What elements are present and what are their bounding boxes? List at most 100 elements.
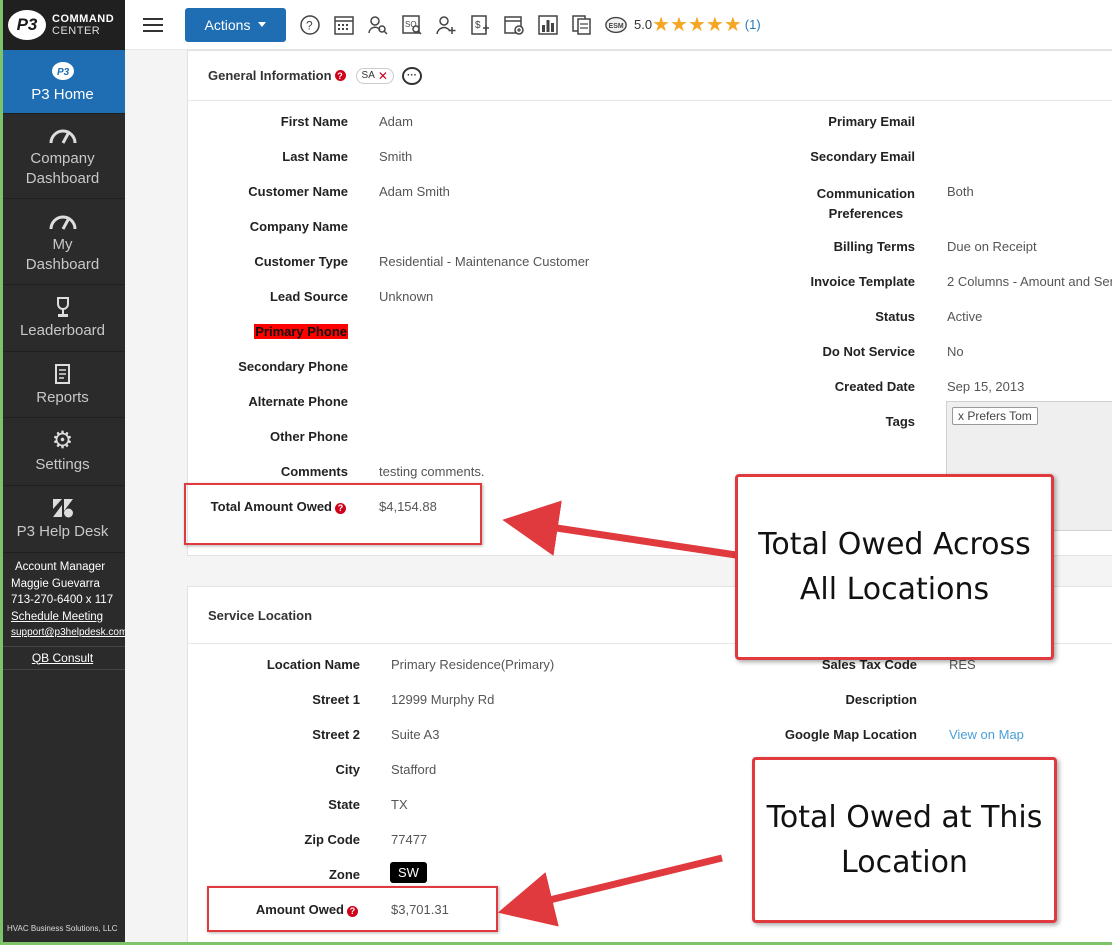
sidebar-item-p3-help-desk[interactable]: P3 Help Desk: [0, 486, 125, 553]
zip-code-label: Zip Code: [304, 832, 360, 847]
status-value[interactable]: Active: [947, 309, 982, 324]
sidebar-item-label: Leaderboard: [19, 322, 106, 339]
sidebar-item-p3-home[interactable]: P3 P3 Home: [0, 50, 125, 114]
sidebar-item-company-dashboard[interactable]: Company Dashboard: [0, 114, 125, 199]
street-1-label: Street 1: [312, 692, 360, 707]
schedule-meeting-link[interactable]: Schedule Meeting: [11, 609, 125, 626]
zendesk-icon: [51, 496, 75, 520]
tags-label: Tags: [885, 414, 915, 429]
gauge-icon: [48, 123, 78, 147]
alternate-phone-label: Alternate Phone: [248, 394, 348, 409]
communication-label-line1: Communication: [816, 186, 915, 201]
last-name-label: Last Name: [282, 149, 348, 164]
sidebar-item-leaderboard[interactable]: Leaderboard: [0, 285, 125, 352]
total-owed-highlight-box: [184, 483, 482, 545]
bar-chart-icon[interactable]: [536, 13, 560, 37]
state-value[interactable]: TX: [391, 797, 408, 812]
toolbar-icons: ? SQ $ ESM: [298, 13, 628, 37]
esm-badge-icon[interactable]: ESM: [604, 13, 628, 37]
qb-consult-link[interactable]: QB Consult: [0, 645, 125, 670]
created-date-value: Sep 15, 2013: [947, 379, 1025, 394]
amount-owed-highlight-box: [207, 886, 498, 932]
zone-label: Zone: [328, 867, 360, 882]
do-not-service-label: Do Not Service: [822, 344, 915, 359]
callout-total-owed-across: Total Owed Across All Locations: [735, 474, 1054, 660]
communication-label-line2: Preferences: [828, 206, 904, 221]
callout-line: Total Owed Across: [758, 527, 1031, 562]
last-name-value[interactable]: Smith: [379, 149, 412, 164]
svg-text:P3: P3: [57, 67, 70, 78]
general-information-header: General Information ? SA ✕ ···: [188, 51, 1112, 101]
sidebar-item-label: Settings: [35, 455, 90, 473]
status-label: Status: [875, 309, 915, 324]
city-label: City: [335, 762, 360, 777]
svg-text:$: $: [475, 20, 481, 31]
secondary-phone-label: Secondary Phone: [238, 359, 348, 374]
actions-dropdown-button[interactable]: Actions: [185, 7, 286, 42]
view-on-map-link[interactable]: View on Map: [949, 727, 1024, 742]
first-name-value[interactable]: Adam: [379, 114, 413, 129]
customer-type-value[interactable]: Residential - Maintenance Customer: [379, 254, 589, 269]
documents-icon[interactable]: [570, 13, 594, 37]
star-icon: ★: [705, 13, 724, 36]
p3-logo-icon: P3: [8, 10, 46, 40]
help-icon[interactable]: ?: [298, 13, 322, 37]
star-icon: ★: [670, 13, 688, 36]
service-search-icon[interactable]: SQ: [400, 13, 424, 37]
communication-preferences-value[interactable]: Both: [947, 184, 974, 199]
close-icon[interactable]: ✕: [378, 69, 388, 83]
primary-email-label: Primary Email: [828, 114, 915, 129]
report-icon: [53, 362, 73, 386]
street-1-value[interactable]: 12999 Murphy Rd: [391, 692, 494, 707]
do-not-service-value[interactable]: No: [947, 344, 964, 359]
google-map-location-label: Google Map Location: [784, 727, 917, 742]
add-event-icon[interactable]: [502, 13, 526, 37]
app: P3 COMMAND CENTER P3 P3 Home Company Das…: [0, 0, 1112, 945]
add-user-icon[interactable]: [434, 13, 458, 37]
support-email-link[interactable]: support@p3helpdesk.com: [11, 625, 127, 642]
sidebar-item-label: Reports: [36, 388, 89, 406]
sidebar-item-settings[interactable]: ⚙ Settings: [0, 418, 125, 486]
location-name-value[interactable]: Primary Residence(Primary): [391, 657, 554, 672]
billing-terms-value[interactable]: Due on Receipt: [947, 239, 1037, 254]
location-name-label: Location Name: [266, 657, 360, 672]
zone-badge[interactable]: SW: [390, 862, 427, 883]
city-value[interactable]: Stafford: [391, 762, 436, 777]
comments-icon[interactable]: ···: [401, 66, 422, 85]
p3-logo-icon: P3: [51, 59, 75, 83]
user-search-icon[interactable]: [366, 13, 390, 37]
sidebar-item-my-dashboard[interactable]: My Dashboard: [0, 199, 125, 285]
callout-total-owed-location: Total Owed at This Location: [752, 757, 1057, 923]
brand-line2: CENTER: [52, 25, 101, 37]
rating-count-link[interactable]: (1): [745, 17, 761, 32]
customer-name-value[interactable]: Adam Smith: [379, 184, 450, 199]
caret-down-icon: [258, 22, 267, 27]
assignee-chip[interactable]: SA ✕: [355, 67, 394, 84]
zip-code-value[interactable]: 77477: [391, 832, 427, 847]
customer-type-label: Customer Type: [254, 254, 348, 269]
state-label: State: [328, 797, 360, 812]
secondary-email-label: Secondary Email: [810, 149, 915, 164]
brand-logo[interactable]: P3 COMMAND CENTER: [0, 0, 125, 50]
sidebar-item-reports[interactable]: Reports: [0, 352, 125, 418]
hamburger-menu-icon[interactable]: [143, 17, 163, 32]
lead-source-value[interactable]: Unknown: [379, 289, 433, 304]
tag-prefers-tom[interactable]: x Prefers Tom: [952, 407, 1038, 425]
help-icon[interactable]: ?: [334, 70, 346, 81]
street-2-label: Street 2: [312, 727, 360, 742]
trophy-icon: [53, 295, 73, 319]
rating-value: 5.0: [634, 17, 653, 32]
lead-source-label: Lead Source: [269, 289, 348, 304]
rating-widget[interactable]: 5.0 ★ ★ ★ ★ ★ (1): [634, 15, 761, 35]
add-invoice-icon[interactable]: $: [468, 13, 492, 37]
street-2-value[interactable]: Suite A3: [391, 727, 439, 742]
invoice-template-value[interactable]: 2 Columns - Amount and Ser: [947, 274, 1112, 289]
comments-label: Comments: [280, 464, 348, 479]
star-icon: ★: [652, 13, 671, 36]
esm-label: ESM: [609, 22, 624, 29]
sidebar-item-label: P3 Home: [31, 85, 94, 103]
calendar-icon[interactable]: [332, 13, 356, 37]
chip-label: SA: [361, 70, 375, 81]
comments-value[interactable]: testing comments.: [379, 464, 485, 479]
company-name-label: Company Name: [249, 219, 348, 234]
